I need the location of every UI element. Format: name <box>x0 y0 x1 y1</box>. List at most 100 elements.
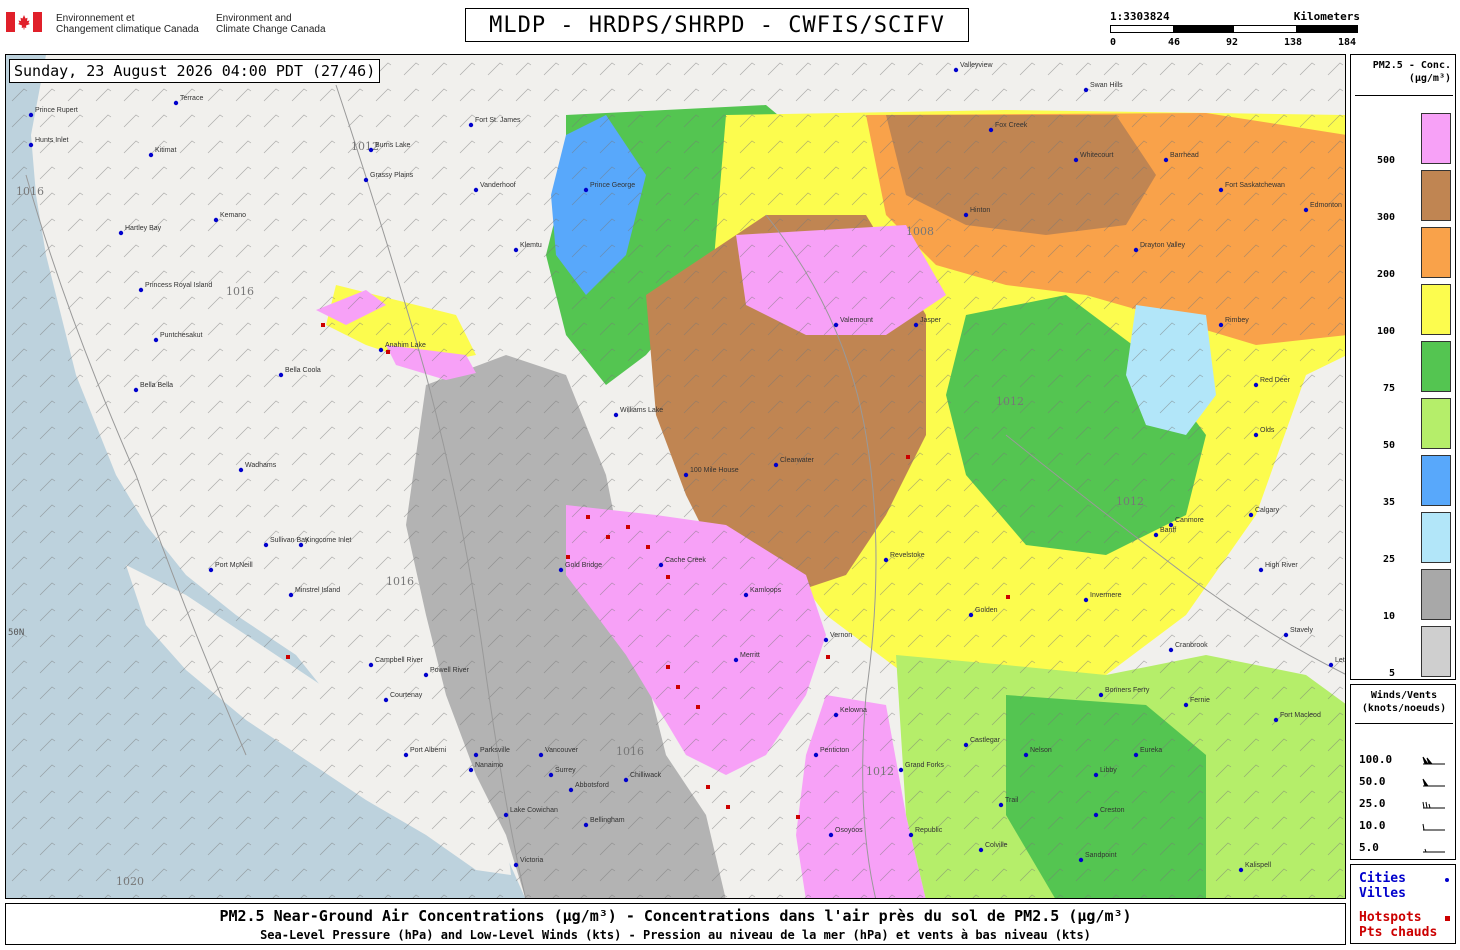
wind-barb-icon <box>1422 756 1445 765</box>
city-dot <box>683 472 689 478</box>
city-dot <box>963 742 969 748</box>
city-label: Drayton Valley <box>1140 242 1186 249</box>
scale-tick: 46 <box>1168 37 1181 48</box>
city-label: Cranbrook <box>1175 642 1208 649</box>
wind-value: 100.0 <box>1359 753 1393 766</box>
city-label: Jasper <box>920 317 942 324</box>
city-label: Princess Royal Island <box>145 282 212 289</box>
city-label: Fort St. James <box>475 117 521 124</box>
city-label: Olds <box>1260 427 1275 434</box>
city-label: Gold Bridge <box>565 562 602 569</box>
wind-title-line1: Winds/Vents <box>1370 690 1438 701</box>
city-dot <box>503 812 509 818</box>
pm25-map[interactable]: 1012 1016 1008 1020 1012 1016 1012 1016 … <box>5 54 1346 899</box>
city-label: 100 Mile House <box>690 467 739 474</box>
city-label: Banff <box>1160 527 1176 534</box>
city-dot <box>898 767 904 773</box>
villes-label: Villes <box>1359 886 1406 901</box>
footer-caption: PM2.5 Near-Ground Air Concentrations (µg… <box>5 903 1346 945</box>
city-label: Fox Creek <box>995 122 1028 129</box>
city-label: Prince George <box>590 182 635 189</box>
city-dot <box>583 822 589 828</box>
city-dot <box>1133 752 1139 758</box>
city-label: Wadhams <box>245 462 277 469</box>
city-dot <box>1153 532 1159 538</box>
svg-text:1012: 1012 <box>1116 495 1144 508</box>
wind-barbs <box>6 55 1345 898</box>
wind-value: 5.0 <box>1359 841 1379 854</box>
city-label: Lethbridge <box>1335 657 1346 664</box>
city-label: Port Alberni <box>410 747 447 754</box>
city-dot <box>1258 567 1264 573</box>
city-label: Whitecourt <box>1080 152 1114 159</box>
legend-level-label: 25 <box>1382 554 1395 565</box>
city-label: Port McNeill <box>215 562 253 569</box>
city-dot <box>403 752 409 758</box>
city-dot <box>1073 157 1079 163</box>
gov-name-english: Environment and Climate Change Canada <box>216 13 326 35</box>
city-label: Sullivan Bay <box>270 537 309 544</box>
city-dot <box>658 562 664 568</box>
city-label: Courtenay <box>390 692 423 699</box>
city-dot <box>28 142 34 148</box>
svg-text:1012: 1012 <box>866 765 894 778</box>
city-label: Kalispell <box>1245 862 1272 869</box>
city-dot <box>883 557 889 563</box>
city-dot <box>278 372 284 378</box>
city-dot <box>1093 772 1099 778</box>
city-label: Canmore <box>1175 517 1204 524</box>
svg-text:1012: 1012 <box>996 395 1024 408</box>
city-label: Calgary <box>1255 507 1280 514</box>
city-dot <box>548 772 554 778</box>
wind-barb-icon <box>1422 801 1445 809</box>
map-canvas[interactable]: 1012 1016 1008 1020 1012 1016 1012 1016 … <box>6 55 1346 899</box>
svg-text:1016: 1016 <box>386 575 414 588</box>
city-label: Puntchesakut <box>160 332 202 339</box>
city-dot <box>1083 87 1089 93</box>
wind-title-line2: (knots/noeuds) <box>1361 703 1447 714</box>
city-label: Fort Macleod <box>1280 712 1321 719</box>
city-label: Hartley Bay <box>125 225 162 232</box>
city-label: Hinton <box>970 207 990 214</box>
city-dot <box>213 217 219 223</box>
city-label: Prince Rupert <box>35 107 78 114</box>
city-dot <box>623 777 629 783</box>
gov-en-line1: Environment and <box>216 13 292 24</box>
city-dot-icon <box>1445 878 1449 882</box>
city-dot <box>963 212 969 218</box>
city-label: Golden <box>975 607 998 614</box>
pts-chauds-label: Pts chauds <box>1359 925 1438 940</box>
city-dot <box>148 152 154 158</box>
concentration-legend: PM2.5 - Conc. (µg/m³) 500 300 200 100 75 50 35… <box>1350 54 1456 680</box>
city-label: Nelson <box>1030 747 1052 754</box>
city-label: Kelowna <box>840 707 867 714</box>
city-dot <box>473 752 479 758</box>
scale-tick: 184 <box>1338 37 1357 48</box>
city-label: Kingcome Inlet <box>305 537 351 544</box>
city-dot <box>733 657 739 663</box>
city-label: Bonners Ferry <box>1105 687 1150 694</box>
wind-barb-icon <box>1422 823 1445 831</box>
wind-legend-title: Winds/Vents (knots/noeuds) <box>1351 689 1457 715</box>
legend-swatch <box>1421 569 1451 620</box>
city-dot <box>1253 382 1259 388</box>
header: Environnement et Changement climatique C… <box>0 0 1460 52</box>
city-dot <box>988 127 994 133</box>
city-label: Osoyoos <box>835 827 863 834</box>
city-dot <box>773 462 779 468</box>
city-label: Stavely <box>1290 627 1313 634</box>
city-dot <box>538 752 544 758</box>
city-label: Parksville <box>480 747 510 754</box>
scale-tick: 0 <box>1110 37 1117 48</box>
city-dot <box>828 832 834 838</box>
city-label: Bellingham <box>590 817 625 824</box>
city-label: Abbotsford <box>575 782 609 789</box>
city-label: Valleyview <box>960 62 993 69</box>
legend-swatch <box>1421 284 1451 335</box>
city-dot <box>1238 867 1244 873</box>
city-label: Swan Hills <box>1090 82 1123 89</box>
legend-swatch <box>1421 341 1451 392</box>
legend-swatch <box>1421 170 1451 221</box>
forecast-timestamp: Sunday, 23 August 2026 04:00 PDT (27/46) <box>9 59 381 83</box>
city-label: Anahim Lake <box>385 342 426 349</box>
